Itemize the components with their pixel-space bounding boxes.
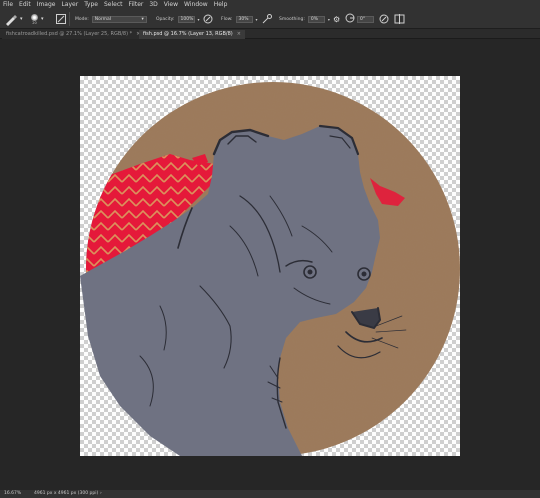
status-chevron-icon[interactable]: › [100,490,102,498]
canvas-workspace[interactable] [0,40,540,490]
brush-tool-icon[interactable] [4,9,18,29]
mode-select[interactable]: Normal ▾ [91,15,147,23]
angle-icon [345,13,355,25]
brush-preset-picker[interactable]: 20 [31,9,38,29]
flow-label: Flow: [221,16,233,22]
tab-label: fish.psd @ 16.7% (Layer 13, RGB/8) [143,31,233,37]
angle-input[interactable]: 0° [357,15,374,23]
brush-picker-chevron-icon[interactable]: ▾ [41,9,44,29]
angle-group: 0° [345,9,374,29]
brush-tip-icon [31,13,38,21]
document-canvas[interactable] [80,76,460,456]
smoothing-input[interactable]: 0% [307,15,325,23]
menu-select[interactable]: Select [101,0,126,9]
tool-preset-chevron-icon[interactable]: ▾ [20,9,23,29]
menu-window[interactable]: Window [181,0,211,9]
chevron-down-icon[interactable]: ▾ [198,17,200,22]
document-tab-bar: fishcatroadkilled.psd @ 27.1% (Layer 25,… [0,29,540,39]
chevron-down-icon[interactable]: ▾ [256,17,258,22]
flow-input[interactable]: 30% [235,15,253,23]
pressure-size-icon[interactable] [379,9,389,29]
smoothing-label: Smoothing: [279,16,305,22]
menu-view[interactable]: View [161,0,181,9]
opacity-label: Opacity: [156,16,175,22]
opacity-input[interactable]: 100% [177,15,195,23]
brush-size-value: 20 [32,20,37,25]
zoom-level[interactable]: 16.67% [4,490,21,498]
chevron-down-icon[interactable]: ▾ [328,17,330,22]
pressure-opacity-icon[interactable] [203,9,213,29]
artwork-illustration [80,82,460,456]
menu-file[interactable]: File [0,0,16,9]
tab-fishcatroadkilled[interactable]: fishcatroadkilled.psd @ 27.1% (Layer 25,… [2,30,145,39]
brush-panel-toggle-icon[interactable] [56,9,66,29]
mode-label: Mode: [75,16,89,22]
mode-group: Mode: Normal ▾ [75,9,147,29]
menu-layer[interactable]: Layer [58,0,81,9]
menu-edit[interactable]: Edit [16,0,34,9]
close-icon[interactable]: × [237,31,241,37]
document-info: 4961 px x 4961 px (300 ppi) [34,491,99,496]
menu-help[interactable]: Help [211,0,231,9]
menu-filter[interactable]: Filter [126,0,147,9]
menu-bar: File Edit Image Layer Type Select Filter… [0,0,540,9]
tab-fish[interactable]: fish.psd @ 16.7% (Layer 13, RGB/8) × [139,30,245,39]
airbrush-icon[interactable] [262,9,273,29]
opacity-group: Opacity: 100% ▾ [156,9,200,29]
flow-group: Flow: 30% ▾ [221,9,258,29]
tab-label: fishcatroadkilled.psd @ 27.1% (Layer 25,… [6,31,133,37]
gear-icon[interactable]: ⚙ [333,9,340,29]
status-bar: 16.67% 4961 px x 4961 px (300 ppi) › [0,490,540,498]
menu-3d[interactable]: 3D [146,0,160,9]
menu-image[interactable]: Image [34,0,59,9]
menu-type[interactable]: Type [81,0,101,9]
options-bar: ▾ 20 ▾ Mode: Normal ▾ Opacity: 100% ▾ Fl… [0,9,540,29]
divider [69,12,70,26]
mode-value: Normal [94,16,112,22]
symmetry-icon[interactable] [394,9,405,29]
chevron-down-icon: ▾ [141,16,144,22]
smoothing-group: Smoothing: 0% ▾ [279,9,330,29]
